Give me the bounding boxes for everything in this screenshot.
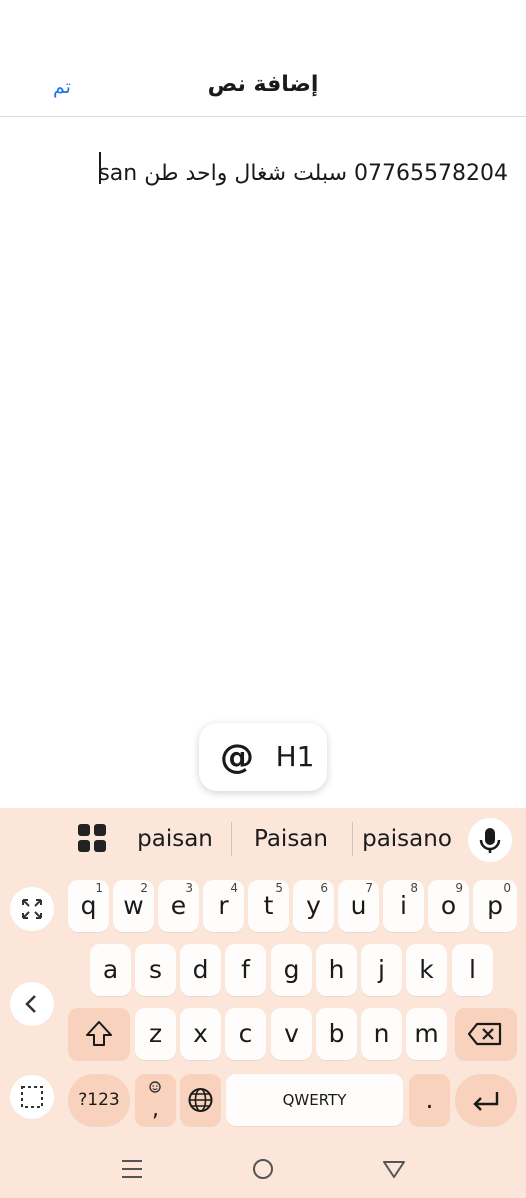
key-hint: 9 bbox=[455, 881, 463, 895]
globe-icon bbox=[188, 1088, 213, 1112]
key-g[interactable]: g bbox=[271, 944, 312, 996]
key-t[interactable]: t5 bbox=[248, 880, 289, 932]
key-label: w bbox=[123, 891, 144, 920]
key-i[interactable]: i8 bbox=[383, 880, 424, 932]
key-b[interactable]: b bbox=[316, 1008, 357, 1060]
key-a[interactable]: a bbox=[90, 944, 131, 996]
space-key[interactable]: QWERTY bbox=[226, 1074, 403, 1126]
apps-grid-icon[interactable] bbox=[78, 824, 108, 854]
suggestion-3[interactable]: paisano bbox=[360, 820, 454, 858]
suggestion-divider bbox=[352, 822, 353, 856]
key-hint: 4 bbox=[230, 881, 238, 895]
key-label: q bbox=[80, 891, 97, 920]
text-caret bbox=[99, 152, 101, 184]
emoji-comma-key[interactable]: , bbox=[135, 1074, 176, 1126]
key-label: o bbox=[440, 891, 457, 920]
selection-icon[interactable] bbox=[10, 1075, 54, 1119]
top-app-bar: تم إضافة نص bbox=[0, 0, 526, 117]
key-r[interactable]: r4 bbox=[203, 880, 244, 932]
suggestion-divider bbox=[231, 822, 232, 856]
key-hint: 8 bbox=[410, 881, 418, 895]
key-l[interactable]: l bbox=[452, 944, 493, 996]
key-u[interactable]: u7 bbox=[338, 880, 379, 932]
key-label: r bbox=[218, 891, 229, 920]
key-label: i bbox=[400, 891, 407, 920]
backspace-icon bbox=[467, 1022, 502, 1046]
key-hint: 6 bbox=[320, 881, 328, 895]
key-p[interactable]: p0 bbox=[473, 880, 517, 932]
text-editor[interactable]: 07765578204 سبلت شغال واحد طن paisan bbox=[0, 118, 526, 718]
suggestion-bar: paisan Paisan paisano bbox=[0, 808, 526, 870]
key-hint: 5 bbox=[275, 881, 283, 895]
key-d[interactable]: d bbox=[180, 944, 221, 996]
suggestion-1[interactable]: paisan bbox=[128, 820, 222, 858]
key-o[interactable]: o9 bbox=[428, 880, 469, 932]
mention-button[interactable]: @ bbox=[215, 733, 259, 781]
enter-icon bbox=[473, 1092, 499, 1111]
suggestion-2[interactable]: Paisan bbox=[244, 820, 338, 858]
key-hint: 2 bbox=[140, 881, 148, 895]
format-chip: @ H1 bbox=[199, 723, 327, 791]
key-m[interactable]: m bbox=[406, 1008, 447, 1060]
key-hint: 0 bbox=[503, 881, 511, 895]
globe-key[interactable] bbox=[180, 1074, 221, 1126]
key-label: e bbox=[170, 891, 187, 920]
heading-button[interactable]: H1 bbox=[273, 733, 317, 781]
key-j[interactable]: j bbox=[361, 944, 402, 996]
key-label: t bbox=[263, 891, 274, 920]
back-triangle-icon[interactable] bbox=[374, 1149, 414, 1189]
enter-key[interactable] bbox=[455, 1074, 517, 1126]
key-y[interactable]: y6 bbox=[293, 880, 334, 932]
key-w[interactable]: w2 bbox=[113, 880, 154, 932]
microphone-icon[interactable] bbox=[468, 818, 512, 862]
key-q[interactable]: q1 bbox=[68, 880, 109, 932]
key-hint: 1 bbox=[95, 881, 103, 895]
key-c[interactable]: c bbox=[225, 1008, 266, 1060]
editor-text[interactable]: 07765578204 سبلت شغال واحد طن paisan bbox=[100, 154, 508, 194]
key-n[interactable]: n bbox=[361, 1008, 402, 1060]
key-k[interactable]: k bbox=[406, 944, 447, 996]
menu-icon[interactable] bbox=[112, 1149, 152, 1189]
key-h[interactable]: h bbox=[316, 944, 357, 996]
key-e[interactable]: e3 bbox=[158, 880, 199, 932]
key-s[interactable]: s bbox=[135, 944, 176, 996]
key-label: u bbox=[350, 891, 367, 920]
key-hint: 7 bbox=[365, 881, 373, 895]
key-v[interactable]: v bbox=[271, 1008, 312, 1060]
key-f[interactable]: f bbox=[225, 944, 266, 996]
comma-label: , bbox=[152, 1097, 159, 1122]
symbols-key[interactable]: ?123 bbox=[68, 1074, 130, 1126]
chevron-left-icon[interactable] bbox=[10, 982, 54, 1026]
key-x[interactable]: x bbox=[180, 1008, 221, 1060]
shift-icon bbox=[86, 1021, 112, 1046]
home-icon[interactable] bbox=[243, 1149, 283, 1189]
key-label: p bbox=[487, 891, 503, 920]
backspace-key[interactable] bbox=[455, 1008, 517, 1060]
key-label: y bbox=[306, 891, 321, 920]
shift-key[interactable] bbox=[68, 1008, 130, 1060]
period-key[interactable]: . bbox=[409, 1074, 450, 1126]
expand-icon[interactable] bbox=[10, 887, 54, 931]
key-hint: 3 bbox=[185, 881, 193, 895]
key-z[interactable]: z bbox=[135, 1008, 176, 1060]
page-title: إضافة نص bbox=[207, 72, 319, 97]
system-nav-bar bbox=[0, 1135, 526, 1198]
